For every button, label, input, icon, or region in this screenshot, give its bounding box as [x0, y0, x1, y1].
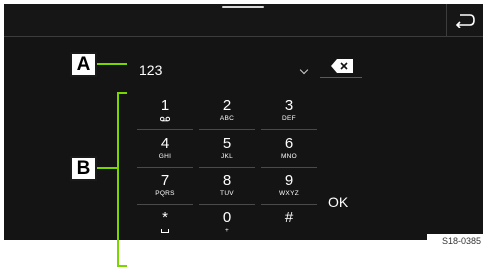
key-digit: 5 [222, 135, 232, 152]
key-letters: MNO [280, 153, 298, 160]
top-bar [4, 4, 483, 37]
key-digit: 7 [160, 172, 170, 189]
key-0[interactable]: 0 + [199, 208, 255, 240]
back-arrow-icon [455, 14, 475, 28]
chevron-down-icon[interactable] [299, 65, 309, 75]
key-6[interactable]: 6 MNO [261, 134, 317, 168]
key-divider [137, 129, 193, 130]
pull-down-handle[interactable] [222, 6, 264, 8]
key-digit: 6 [284, 135, 294, 152]
key-1[interactable]: 1 [137, 96, 193, 130]
phone-dialer-screen: 123 1 2 ABC 3 DEF 4 GHI 5 JKL 6 MNO 7 PQ… [4, 4, 483, 240]
key-8[interactable]: 8 TUV [199, 171, 255, 205]
key-7[interactable]: 7 PQRS [137, 171, 193, 205]
key-letters: PQRS [155, 190, 175, 197]
voicemail-icon [160, 116, 170, 122]
key-digit: 9 [284, 172, 294, 189]
key-letters: WXYZ [279, 190, 299, 197]
callout-marker-b: B [70, 156, 97, 181]
key-2[interactable]: 2 ABC [199, 96, 255, 130]
callout-marker-a: A [70, 52, 97, 77]
key-hash[interactable]: # [261, 208, 317, 240]
key-5[interactable]: 5 JKL [199, 134, 255, 168]
key-digit: 2 [222, 97, 232, 114]
key-9[interactable]: 9 WXYZ [261, 171, 317, 205]
key-divider [261, 204, 317, 205]
callout-bracket-b [117, 92, 127, 267]
back-button[interactable] [446, 4, 483, 36]
key-divider [261, 167, 317, 168]
key-4[interactable]: 4 GHI [137, 134, 193, 168]
key-divider [261, 129, 317, 130]
key-star[interactable]: * [137, 208, 193, 240]
callout-line-a [97, 63, 127, 65]
key-letters: GHI [158, 153, 172, 160]
backspace-icon [331, 59, 353, 73]
space-icon [161, 229, 169, 233]
callout-line-b [97, 167, 117, 169]
ok-button[interactable]: OK [328, 194, 358, 214]
key-divider [137, 204, 193, 205]
key-digit: 4 [160, 135, 170, 152]
key-digit: 3 [284, 97, 294, 114]
key-digit: 8 [222, 172, 232, 189]
key-digit: * [162, 209, 168, 226]
key-letters: TUV [220, 190, 234, 197]
key-divider [137, 167, 193, 168]
key-letters: DEF [282, 115, 296, 122]
key-letters: + [224, 227, 230, 234]
key-divider [199, 129, 255, 130]
figure-code-label: S18-0385 [427, 234, 483, 248]
key-digit: # [284, 209, 294, 226]
key-3[interactable]: 3 DEF [261, 96, 317, 130]
key-letters: ABC [219, 115, 235, 122]
key-divider [199, 167, 255, 168]
key-letters: JKL [220, 153, 234, 160]
field-underline [320, 77, 362, 78]
key-digit: 0 [222, 209, 232, 226]
key-digit: 1 [160, 97, 170, 114]
delete-button[interactable] [331, 59, 353, 73]
dialed-number-field[interactable]: 123 [139, 62, 162, 78]
key-divider [199, 204, 255, 205]
